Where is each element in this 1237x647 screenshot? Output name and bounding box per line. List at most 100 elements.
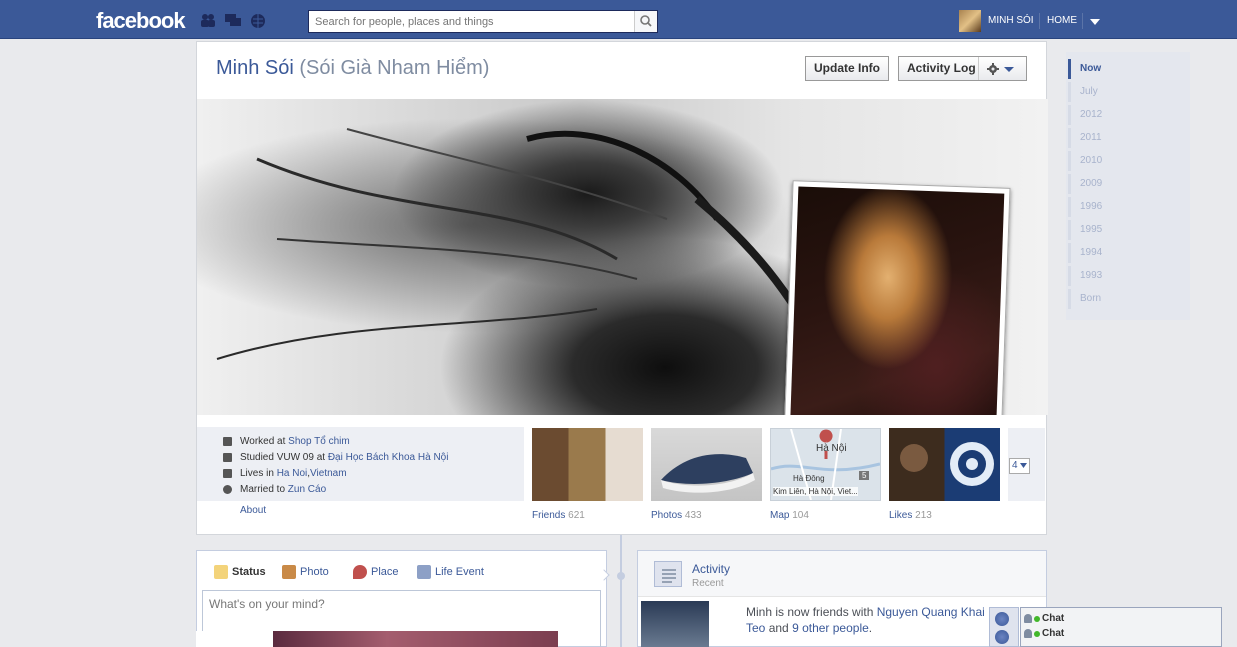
facebook-logo[interactable]: facebook bbox=[96, 8, 186, 34]
others-link[interactable]: 9 other people bbox=[792, 621, 869, 635]
cover-photo[interactable] bbox=[197, 99, 1048, 415]
about-link[interactable]: About bbox=[240, 505, 266, 516]
photo-icon bbox=[282, 565, 296, 579]
post-photo-preview[interactable] bbox=[273, 631, 558, 647]
tab-photo[interactable]: Photo bbox=[282, 565, 329, 579]
map-caption: Kim Liên, Hà Nội, Viet... bbox=[773, 487, 858, 496]
scrubber-1994[interactable]: 1994 bbox=[1068, 243, 1148, 263]
profile-name: Minh Sói (Sói Già Nham Hiểm) bbox=[216, 57, 489, 80]
timeline-dot bbox=[617, 572, 625, 580]
activity-subtitle: Recent bbox=[692, 578, 724, 589]
map-city-label: Hà Nội bbox=[816, 443, 847, 454]
photos-thumbnail[interactable] bbox=[651, 428, 762, 501]
tab-place[interactable]: Place bbox=[353, 565, 399, 579]
scrubber-1993[interactable]: 1993 bbox=[1068, 266, 1148, 286]
chat-button[interactable]: Chat bbox=[1024, 613, 1064, 624]
timeline-spine bbox=[620, 535, 622, 647]
graduation-cap-icon bbox=[223, 452, 232, 462]
messages-icon[interactable] bbox=[225, 13, 241, 27]
notifications-globe-icon[interactable] bbox=[250, 13, 266, 28]
settings-dropdown[interactable] bbox=[978, 57, 1022, 80]
more-sections-button[interactable]: 4 bbox=[1009, 458, 1030, 474]
nav-divider bbox=[1082, 13, 1083, 29]
work-line: Worked at Shop Tổ chim bbox=[223, 434, 350, 448]
friend-avatar[interactable] bbox=[641, 601, 709, 647]
friend-requests-icon[interactable] bbox=[200, 13, 216, 27]
activity-story: Minh is now friends with Nguyen Quang Kh… bbox=[746, 605, 985, 635]
activity-log-icon bbox=[654, 561, 682, 587]
chat-button[interactable]: Chat bbox=[1024, 628, 1064, 639]
photos-label[interactable]: Photos 433 bbox=[651, 510, 702, 521]
house-icon bbox=[223, 468, 232, 478]
update-info-button[interactable]: Update Info bbox=[805, 56, 889, 81]
scrubber-2011[interactable]: 2011 bbox=[1068, 128, 1148, 148]
profile-alternate-name: (Sói Già Nham Hiểm) bbox=[299, 57, 490, 79]
relationship-prefix: Married to bbox=[240, 483, 286, 495]
likes-label[interactable]: Likes 213 bbox=[889, 510, 932, 521]
map-road-marker: 5 bbox=[859, 471, 870, 480]
profile-display-name[interactable]: Minh Sói bbox=[216, 57, 294, 79]
profile-picture[interactable] bbox=[783, 180, 1011, 415]
search-button[interactable] bbox=[634, 11, 657, 32]
scrubber-2009[interactable]: 2009 bbox=[1068, 174, 1148, 194]
account-menu-chevron-down-icon[interactable] bbox=[1090, 19, 1100, 25]
nav-home-link[interactable]: HOME bbox=[1047, 15, 1077, 26]
scrubber-1995[interactable]: 1995 bbox=[1068, 220, 1148, 240]
nav-divider bbox=[1039, 13, 1040, 29]
relationship-line: Married to Zun Cáo bbox=[223, 482, 326, 496]
profile-card: Minh Sói (Sói Già Nham Hiểm) Update Info… bbox=[196, 41, 1048, 535]
likes-thumbnail[interactable] bbox=[889, 428, 1000, 501]
friend-link[interactable]: Nguyen Quang Khai bbox=[877, 605, 985, 619]
life-event-icon bbox=[417, 565, 431, 579]
scrubber-born[interactable]: Born bbox=[1068, 289, 1148, 309]
map-thumbnail[interactable]: Hà Nội Hà Đông 5 Kim Liên, Hà Nội, Viet.… bbox=[770, 428, 881, 501]
residence-line: Lives in Ha Noi, Vietnam bbox=[223, 466, 347, 480]
activity-box: Activity Recent Minh is now friends with… bbox=[637, 550, 1047, 647]
online-dot-icon bbox=[1034, 630, 1040, 637]
globe-icon[interactable] bbox=[995, 612, 1009, 626]
composer-footer bbox=[196, 631, 273, 647]
search-input[interactable] bbox=[309, 11, 629, 32]
tab-life-event[interactable]: Life Event bbox=[417, 565, 484, 579]
place-pin-icon bbox=[353, 565, 367, 579]
activity-header: Activity Recent bbox=[638, 551, 1046, 597]
scrubber-2012[interactable]: 2012 bbox=[1068, 105, 1148, 125]
heart-icon bbox=[223, 484, 232, 494]
map-district-label: Hà Đông bbox=[793, 474, 825, 483]
work-place-link[interactable]: Shop Tổ chim bbox=[288, 436, 350, 447]
nav-profile-link[interactable]: MINH SÓI bbox=[988, 15, 1034, 26]
search-icon bbox=[640, 15, 652, 27]
chevron-down-icon bbox=[1020, 463, 1028, 468]
online-dot-icon bbox=[1034, 615, 1040, 622]
tab-status[interactable]: Status bbox=[214, 565, 266, 579]
school-link[interactable]: Đại Học Bách Khoa Hà Nội bbox=[328, 452, 449, 463]
scrubber-1996[interactable]: 1996 bbox=[1068, 197, 1148, 217]
likes-image bbox=[900, 442, 994, 486]
about-summary: Worked at Shop Tổ chim Studied VUW 09 at… bbox=[197, 427, 524, 501]
gear-icon bbox=[987, 63, 1014, 75]
city-link[interactable]: Ha Noi bbox=[277, 468, 308, 479]
scrubber-now[interactable]: Now bbox=[1068, 59, 1148, 79]
friends-label[interactable]: Friends 621 bbox=[532, 510, 585, 521]
nav-avatar[interactable] bbox=[959, 10, 981, 32]
education-prefix: Studied VUW 09 at bbox=[240, 451, 326, 463]
briefcase-icon bbox=[223, 436, 232, 446]
friend-link-teo[interactable]: Teo bbox=[746, 621, 765, 635]
country-link[interactable]: Vietnam bbox=[310, 468, 347, 479]
scrubber-july[interactable]: July bbox=[1068, 82, 1148, 102]
search-box bbox=[308, 10, 658, 33]
activity-title[interactable]: Activity bbox=[692, 562, 730, 576]
education-line: Studied VUW 09 at Đại Học Bách Khoa Hà N… bbox=[223, 450, 448, 464]
shoe-image bbox=[661, 454, 755, 493]
person-icon bbox=[1024, 629, 1032, 638]
person-icon bbox=[1024, 614, 1032, 623]
globe-icon[interactable] bbox=[995, 630, 1009, 644]
work-prefix: Worked at bbox=[240, 435, 286, 447]
residence-prefix: Lives in bbox=[240, 467, 274, 479]
top-bar: facebook MINH SÓI HOME bbox=[0, 0, 1237, 39]
map-label[interactable]: Map 104 bbox=[770, 510, 809, 521]
scrubber-2010[interactable]: 2010 bbox=[1068, 151, 1148, 171]
friends-thumbnail[interactable] bbox=[532, 428, 643, 501]
status-icon bbox=[214, 565, 228, 579]
spouse-link[interactable]: Zun Cáo bbox=[288, 484, 326, 495]
